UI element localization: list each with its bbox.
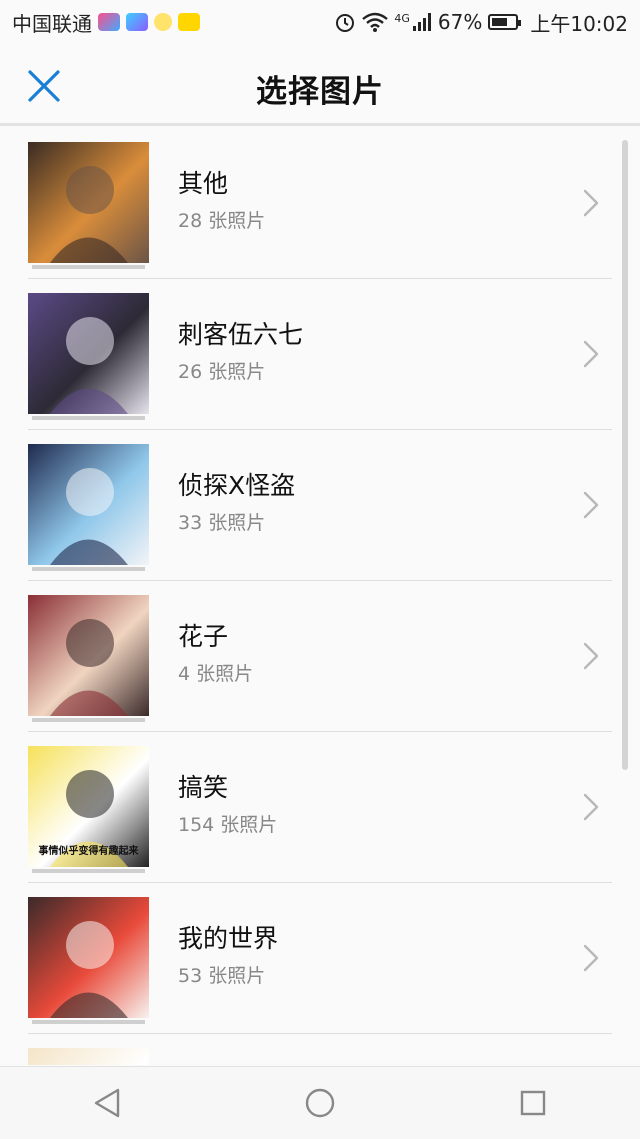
album-name: 侦探X怪盗 — [178, 471, 296, 500]
page-title: 选择图片 — [256, 74, 384, 110]
back-triangle-icon — [94, 1088, 119, 1118]
thumbnail-figure — [28, 1048, 149, 1065]
thumbnail-image — [28, 142, 149, 263]
status-bar: 中国联通 4G 67% 上午10:02 — [0, 0, 640, 44]
chevron-right-icon — [583, 944, 599, 972]
album-name: 其他 — [178, 169, 229, 198]
home-button[interactable] — [290, 1073, 350, 1133]
thumbnail-image — [28, 1048, 149, 1065]
wifi-icon — [362, 12, 389, 32]
recents-button[interactable] — [503, 1073, 563, 1133]
album-row[interactable] — [28, 1034, 612, 1065]
album-photo-count: 26 张照片 — [178, 361, 266, 383]
album-thumbnail — [28, 595, 149, 725]
album-thumbnail: 事情似乎变得有趣起来 — [28, 746, 149, 876]
album-thumbnail — [28, 142, 149, 272]
thumbnail-image — [28, 595, 149, 716]
signal-icon — [412, 13, 431, 31]
thumbnail-image: 事情似乎变得有趣起来 — [28, 746, 149, 867]
thumbnail-stack-edge — [32, 1020, 145, 1024]
thumbnail-stack-edge — [32, 869, 145, 873]
album-list[interactable]: 其他 28 张照片 刺客伍六七 26 张照片 侦探X怪盗 33 张照片 花子 4… — [0, 128, 640, 1065]
album-thumbnail — [28, 1048, 149, 1065]
album-name: 花子 — [178, 622, 229, 651]
album-row[interactable]: 花子 4 张照片 — [28, 581, 612, 732]
thumbnail-figure — [50, 921, 128, 1018]
album-row[interactable]: 事情似乎变得有趣起来 搞笑 154 张照片 — [28, 732, 612, 883]
album-name: 搞笑 — [178, 773, 229, 802]
album-row[interactable]: 侦探X怪盗 33 张照片 — [28, 430, 612, 581]
clock: 上午10:02 — [530, 11, 628, 36]
album-photo-count: 33 张照片 — [178, 512, 266, 534]
album-thumbnail — [28, 897, 149, 1027]
album-row[interactable]: 刺客伍六七 26 张照片 — [28, 279, 612, 430]
back-button[interactable] — [77, 1073, 137, 1133]
network-type: 4G — [394, 11, 410, 25]
album-photo-count: 53 张照片 — [178, 965, 266, 987]
album-photo-count: 154 张照片 — [178, 814, 278, 836]
thumbnail-caption: 事情似乎变得有趣起来 — [38, 846, 139, 857]
chevron-right-icon — [583, 642, 599, 670]
carrier-label: 中国联通 — [12, 11, 92, 36]
navigation-bar — [0, 1066, 640, 1139]
thumbnail-figure — [50, 166, 128, 263]
album-name: 我的世界 — [178, 924, 279, 953]
album-photo-count: 28 张照片 — [178, 210, 266, 232]
thumbnail-image — [28, 444, 149, 565]
thumbnail-stack-edge — [32, 416, 145, 420]
video-app-icon — [98, 13, 120, 31]
album-name: 刺客伍六七 — [178, 320, 304, 349]
thumbnail-stack-edge — [32, 718, 145, 722]
album-row[interactable]: 我的世界 53 张照片 — [28, 883, 612, 1034]
thumbnail-figure — [50, 468, 128, 565]
album-row[interactable]: 其他 28 张照片 — [28, 128, 612, 279]
battery-level — [492, 18, 508, 26]
thumbnail-image — [28, 897, 149, 1018]
thumbnail-stack-edge — [32, 567, 145, 571]
battery-icon — [488, 14, 522, 30]
kuaishou-app-icon — [178, 13, 200, 31]
album-photo-count: 4 张照片 — [178, 663, 254, 685]
thumbnail-figure — [50, 317, 128, 414]
thumbnail-image — [28, 293, 149, 414]
header-bar: 选择图片 — [0, 44, 640, 126]
play-app-icon — [126, 13, 148, 31]
recents-square-icon — [521, 1090, 546, 1116]
scrollbar[interactable] — [622, 140, 628, 770]
album-thumbnail — [28, 444, 149, 574]
alarm-icon — [336, 14, 355, 32]
album-thumbnail — [28, 293, 149, 423]
chevron-right-icon — [583, 491, 599, 519]
home-circle-icon — [305, 1088, 335, 1118]
chevron-right-icon — [583, 340, 599, 368]
thumbnail-figure — [50, 619, 128, 716]
battery-percent: 67% — [437, 10, 483, 34]
thumbnail-stack-edge — [32, 265, 145, 269]
idea-app-icon — [154, 13, 172, 31]
chevron-right-icon — [583, 189, 599, 217]
chevron-right-icon — [583, 793, 599, 821]
